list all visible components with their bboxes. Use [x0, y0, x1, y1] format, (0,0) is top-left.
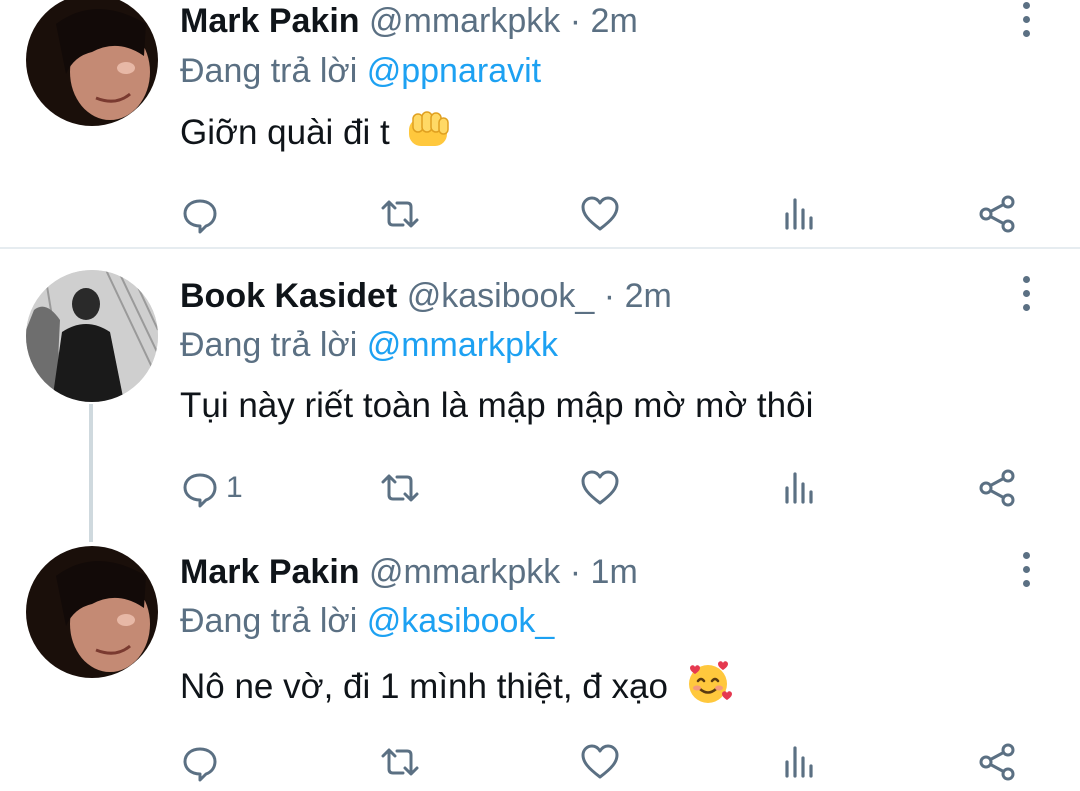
replying-to-label: Đang trả lời [180, 602, 358, 640]
tweet-text-content: Tụi này riết toàn là mập mập mờ mờ thôi [180, 386, 814, 425]
retweet-button[interactable] [380, 738, 420, 786]
smiling-face-with-hearts-icon [684, 660, 732, 717]
separator-dot: · [569, 553, 582, 591]
analytics-icon [785, 472, 813, 504]
thread-connector-line [89, 404, 93, 542]
like-icon [581, 470, 619, 505]
user-handle[interactable]: @mmarkpkk [369, 2, 560, 40]
user-handle[interactable]: @kasibook_ [407, 277, 595, 315]
share-button[interactable] [978, 190, 1018, 238]
timestamp[interactable]: 2m [625, 277, 672, 315]
retweet-button[interactable] [380, 464, 420, 512]
replying-to: Đang trả lời @mmarkpkk [180, 325, 558, 365]
retweet-icon [381, 474, 419, 502]
tweet-actions: 1 [0, 464, 1080, 512]
avatar[interactable] [26, 0, 158, 126]
replying-to: Đang trả lời @kasibook_ [180, 601, 554, 641]
timestamp[interactable]: 1m [591, 553, 638, 591]
separator-dot: · [569, 2, 582, 40]
share-icon [979, 195, 1015, 233]
analytics-icon [785, 198, 813, 230]
more-options-icon[interactable] [1016, 2, 1036, 42]
mention-link[interactable]: @kasibook_ [367, 602, 555, 640]
analytics-button[interactable] [780, 464, 820, 512]
tweet[interactable]: Book Kasidet @kasibook_ · 2m Đang trả lờ… [0, 250, 1080, 524]
retweet-icon [381, 748, 419, 776]
analytics-button[interactable] [780, 190, 820, 238]
like-button[interactable] [580, 464, 620, 512]
reply-icon [183, 199, 217, 234]
like-button[interactable] [580, 190, 620, 238]
reply-button[interactable]: 1 [180, 464, 243, 512]
retweet-button[interactable] [380, 190, 420, 238]
replying-to-label: Đang trả lời [180, 326, 358, 364]
display-name[interactable]: Mark Pakin [180, 553, 360, 591]
tweet-text: Tụi này riết toàn là mập mập mờ mờ thôi [180, 384, 813, 428]
share-button[interactable] [978, 464, 1018, 512]
like-icon [581, 744, 619, 779]
mention-link[interactable]: @ppnaravit [367, 52, 541, 90]
analytics-icon [785, 746, 813, 778]
display-name[interactable]: Mark Pakin [180, 2, 360, 40]
oncoming-fist-icon [405, 110, 451, 163]
tweet-divider [0, 247, 1080, 249]
like-icon [581, 196, 619, 231]
user-handle[interactable]: @mmarkpkk [369, 553, 560, 591]
reply-count: 1 [226, 471, 243, 504]
share-button[interactable] [978, 738, 1018, 786]
tweet-header: Mark Pakin @mmarkpkk · 1m [180, 552, 638, 592]
separator-dot: · [603, 277, 616, 315]
share-icon [979, 469, 1015, 507]
avatar[interactable] [26, 270, 158, 402]
retweet-icon [381, 200, 419, 228]
more-options-icon[interactable] [1016, 276, 1036, 316]
like-button[interactable] [580, 738, 620, 786]
display-name[interactable]: Book Kasidet [180, 277, 397, 315]
tweet-actions [0, 190, 1080, 238]
tweet-text: Nô ne vờ, đi 1 mình thiệt, đ xạo [180, 660, 732, 717]
reply-button[interactable] [180, 738, 226, 786]
reply-button[interactable] [180, 190, 226, 238]
replying-to-label: Đang trả lời [180, 52, 358, 90]
tweet-header: Mark Pakin @mmarkpkk · 2m [180, 1, 638, 41]
replying-to: Đang trả lời @ppnaravit [180, 51, 541, 91]
timestamp[interactable]: 2m [591, 2, 638, 40]
tweet-header: Book Kasidet @kasibook_ · 2m [180, 276, 672, 316]
reply-icon [183, 473, 217, 508]
share-icon [979, 743, 1015, 781]
reply-icon [183, 747, 217, 782]
tweet-actions [0, 738, 1080, 786]
avatar[interactable] [26, 546, 158, 678]
tweet[interactable]: Mark Pakin @mmarkpkk · 2m Đang trả lời @… [0, 0, 1080, 248]
tweet-text-content: Nô ne vờ, đi 1 mình thiệt, đ xạo [180, 667, 668, 706]
tweet[interactable]: Mark Pakin @mmarkpkk · 1m Đang trả lời @… [0, 526, 1080, 791]
tweet-text: Giỡn quài đi t [180, 110, 451, 163]
tweet-text-content: Giỡn quài đi t [180, 113, 390, 152]
more-options-icon[interactable] [1016, 552, 1036, 592]
mention-link[interactable]: @mmarkpkk [367, 326, 558, 364]
analytics-button[interactable] [780, 738, 820, 786]
